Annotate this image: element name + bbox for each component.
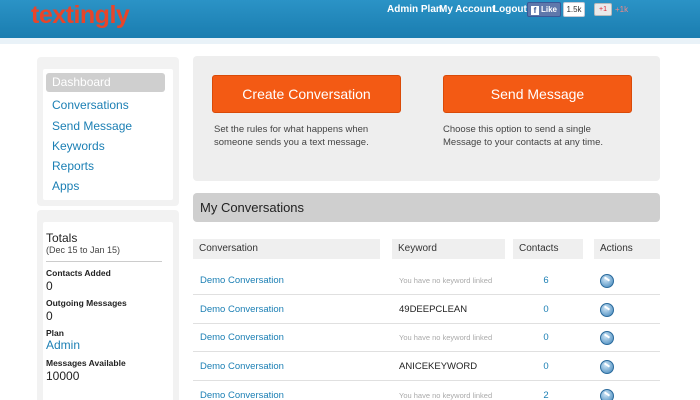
sidebar-item-apps[interactable]: Apps [46,177,165,196]
keyword-cell: 49DEEPCLEAN [399,304,468,315]
logout-link[interactable]: Logout [493,4,527,18]
keyword-cell: You have no keyword linked [399,391,493,400]
table-row: Demo Conversation You have no keyword li… [193,382,660,400]
conversation-link[interactable]: Demo Conversation [200,382,284,400]
conversation-link[interactable]: Demo Conversation [200,324,284,352]
totals-date-range: (Dec 15 to Jan 15) [46,245,121,255]
sidebar-item-send-message[interactable]: Send Message [46,117,165,136]
send-description-line2: Message to your contacts at any time. [443,137,603,148]
textingly-logo[interactable]: textingly [31,1,130,30]
messages-available-value: 10000 [46,369,80,383]
conversation-link[interactable]: Demo Conversation [200,353,284,381]
column-header-actions: Actions [594,239,660,259]
search-icon[interactable] [600,360,614,374]
send-description-line1: Choose this option to send a single [443,124,591,135]
admin-plan-link[interactable]: Admin Plan [387,4,442,18]
create-conversation-button[interactable]: Create Conversation [212,75,401,113]
facebook-like-count: 1.5k [563,2,585,17]
keyword-cell: ANICEKEYWORD [399,361,478,372]
header-divider [0,38,700,44]
facebook-like-button[interactable]: f Like [527,2,561,17]
conversation-link[interactable]: Demo Conversation [200,296,284,324]
contacts-added-label: Contacts Added [46,268,111,278]
column-header-conversation: Conversation [193,239,380,259]
top-bar: textingly Admin Plan My Account Logout f… [0,0,700,38]
contacts-count-link[interactable]: 0 [536,296,556,324]
table-row: Demo Conversation ANICEKEYWORD 0 [193,353,660,381]
search-icon[interactable] [600,331,614,345]
contacts-count-link[interactable]: 0 [536,353,556,381]
create-description-line2: someone sends you a text message. [214,137,369,148]
table-row: Demo Conversation You have no keyword li… [193,324,660,352]
facebook-icon: f [531,6,539,15]
facebook-like-label: Like [541,5,558,14]
column-header-contacts: Contacts [513,239,583,259]
quick-actions-panel: Create Conversation Set the rules for wh… [193,56,660,181]
totals-title: Totals [46,231,78,245]
sidebar-item-conversations[interactable]: Conversations [46,96,165,115]
search-icon[interactable] [600,303,614,317]
search-icon[interactable] [600,389,614,400]
create-description-line1: Set the rules for what happens when [214,124,369,135]
sidebar-item-reports[interactable]: Reports [46,157,165,176]
keyword-cell: You have no keyword linked [399,276,493,285]
column-header-keyword: Keyword [392,239,505,259]
search-icon[interactable] [600,274,614,288]
sidebar-item-keywords[interactable]: Keywords [46,137,165,156]
keyword-cell: You have no keyword linked [399,333,493,342]
my-conversations-header: My Conversations [193,193,660,222]
sidebar-nav-panel: Dashboard Conversations Send Message Key… [37,57,179,206]
conversation-link[interactable]: Demo Conversation [200,267,284,295]
create-conversation-description: Set the rules for what happens when some… [214,123,369,149]
contacts-count-link[interactable]: 6 [536,267,556,295]
outgoing-messages-label: Outgoing Messages [46,298,127,308]
my-account-link[interactable]: My Account [439,4,495,18]
plan-value[interactable]: Admin [46,338,80,352]
contacts-count-link[interactable]: 2 [536,382,556,400]
contacts-count-link[interactable]: 0 [536,324,556,352]
google-plus-button[interactable]: +1 [594,3,612,16]
messages-available-label: Messages Available [46,358,126,368]
totals-divider [46,261,162,262]
table-row: Demo Conversation 49DEEPCLEAN 0 [193,296,660,324]
google-plus-count: +1k [615,5,629,14]
send-message-button[interactable]: Send Message [443,75,632,113]
sidebar-item-dashboard[interactable]: Dashboard [46,73,165,92]
table-row: Demo Conversation You have no keyword li… [193,267,660,295]
plan-label: Plan [46,328,64,338]
outgoing-messages-value: 0 [46,309,53,323]
contacts-added-value: 0 [46,279,53,293]
send-message-description: Choose this option to send a single Mess… [443,123,603,149]
